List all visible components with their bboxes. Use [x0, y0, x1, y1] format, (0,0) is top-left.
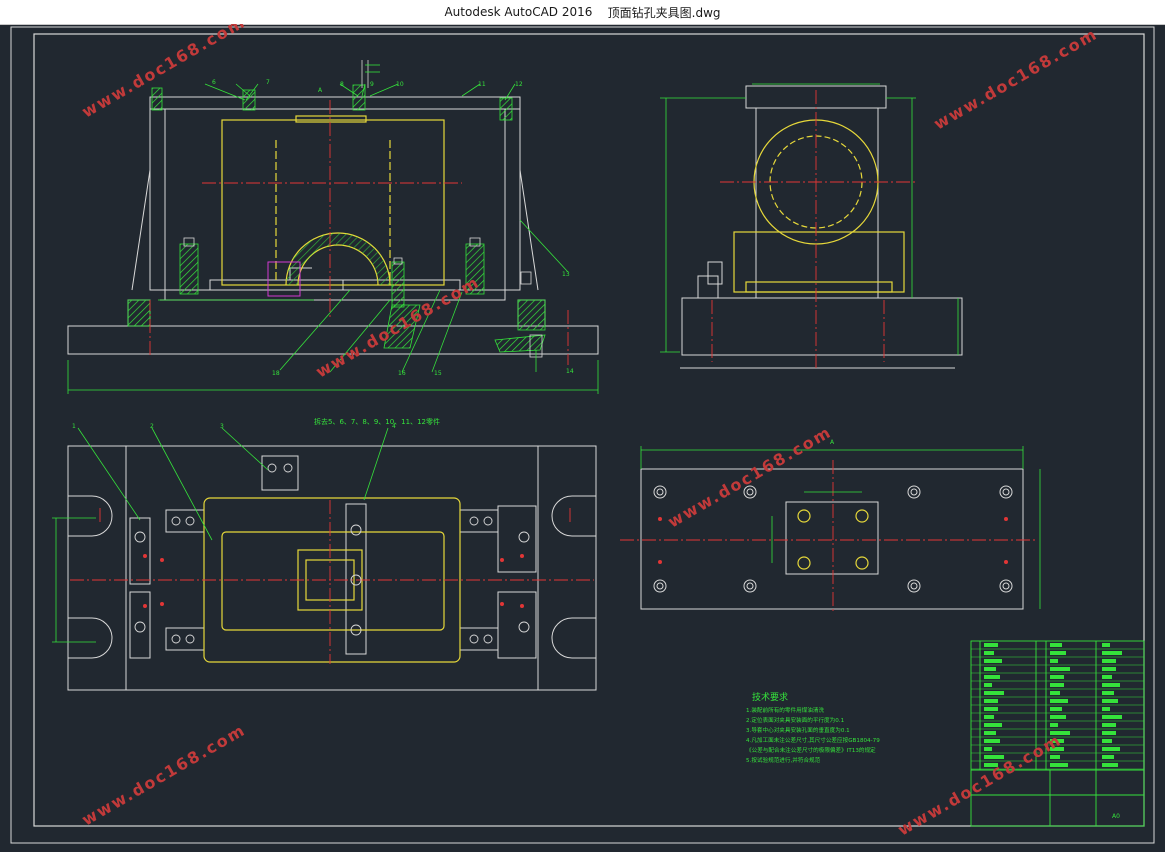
svg-text:14: 14: [566, 368, 574, 375]
svg-text:8: 8: [340, 81, 344, 88]
svg-text:13: 13: [562, 271, 570, 278]
technical-requirements: 技术要求 1.装配前所有的零件用煤油清洗 2.定位表面对夹具安装面的平行度为0.…: [746, 691, 880, 764]
svg-text:7: 7: [266, 79, 270, 86]
top-view-note: 拆去5、6、7、8、9、10、11、12零件: [314, 417, 440, 426]
left-column: [149, 109, 166, 291]
svg-text:9: 9: [370, 81, 374, 88]
svg-text:1.装配前所有的零件用煤油清洗: 1.装配前所有的零件用煤油清洗: [746, 706, 824, 714]
svg-text:《公差与配合未注公差尺寸的极限偏差》IT13的规定: 《公差与配合未注公差尺寸的极限偏差》IT13的规定: [746, 746, 876, 754]
svg-text:6: 6: [212, 79, 216, 86]
sheet-size: A0: [1112, 813, 1120, 820]
front-top-bar: [149, 96, 521, 110]
front-hatched-parts: [127, 84, 546, 353]
svg-text:www.doc168.com: www.doc168.com: [931, 24, 1102, 133]
top-view-holes: [134, 463, 530, 644]
svg-text:4.凡加工面未注公差尺寸,其尺寸公差应按GB1804-79: 4.凡加工面未注公差尺寸,其尺寸公差应按GB1804-79: [746, 736, 880, 744]
svg-text:www.doc168.com: www.doc168.com: [79, 720, 250, 829]
front-yellow: [221, 115, 445, 286]
svg-text:18: 18: [272, 370, 280, 377]
svg-text:16: 16: [398, 370, 406, 377]
side-view: [680, 85, 963, 369]
svg-text:10: 10: [396, 81, 404, 88]
svg-text:15: 15: [434, 370, 442, 377]
svg-text:5.按试验规范进行,并符合规范: 5.按试验规范进行,并符合规范: [746, 756, 821, 764]
svg-text:2: 2: [150, 423, 154, 430]
svg-text:A: A: [318, 87, 323, 94]
window-title-bar: Autodesk AutoCAD 2016 顶面钻孔夹具图.dwg: [0, 0, 1165, 25]
svg-text:12: 12: [515, 81, 523, 88]
side-dimensions: [660, 83, 959, 355]
tech-title: 技术要求: [752, 691, 788, 703]
file-name: 顶面钻孔夹具图.dwg: [607, 5, 721, 20]
outer-border: [10, 26, 1155, 844]
inner-border: [33, 33, 1145, 827]
svg-text:www.doc168.com: www.doc168.com: [79, 24, 250, 121]
part-dimensions: [640, 446, 1041, 609]
svg-text:3: 3: [220, 423, 224, 430]
drawing-canvas[interactable]: 6 7 8 9 10 11 12 13 14 15 16 18 A 1 2 3 …: [0, 12, 1165, 848]
watermarks: www.doc168.com www.doc168.com www.doc168…: [79, 12, 1102, 839]
right-column: [504, 109, 521, 291]
svg-text:3.导套中心对夹具安装孔面的垂直度为0.1: 3.导套中心对夹具安装孔面的垂直度为0.1: [746, 726, 850, 734]
top-view: [67, 445, 597, 691]
app-name: Autodesk AutoCAD 2016: [444, 5, 593, 19]
svg-text:2.定位表面对夹具安装面的平行度为0.1: 2.定位表面对夹具安装面的平行度为0.1: [746, 716, 845, 724]
part-view: [640, 468, 1024, 610]
svg-text:11: 11: [478, 81, 486, 88]
svg-text:1: 1: [72, 423, 76, 430]
